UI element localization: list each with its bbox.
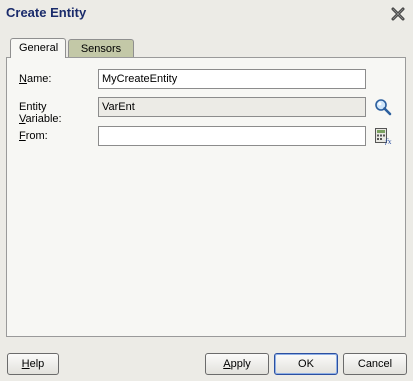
- svg-text:fx: fx: [384, 138, 392, 145]
- name-field[interactable]: [98, 69, 366, 89]
- general-panel: Name: Entity Variable: From:: [6, 57, 406, 337]
- entity-variable-label: Entity Variable:: [19, 101, 62, 125]
- apply-button[interactable]: Apply: [205, 353, 269, 375]
- from-field[interactable]: [98, 126, 366, 146]
- ok-button[interactable]: OK: [274, 353, 338, 375]
- from-label: From:: [19, 130, 48, 142]
- cancel-button[interactable]: Cancel: [343, 353, 407, 375]
- tab-sensors[interactable]: Sensors: [68, 39, 134, 57]
- expression-builder-icon[interactable]: fx: [374, 127, 392, 146]
- dialog-title: Create Entity: [6, 5, 87, 20]
- help-button[interactable]: Help: [7, 353, 59, 375]
- close-icon[interactable]: [391, 7, 405, 21]
- entity-variable-field[interactable]: [98, 97, 366, 117]
- tab-general[interactable]: General: [10, 38, 66, 58]
- name-label: Name:: [19, 73, 52, 85]
- search-icon[interactable]: [374, 98, 392, 116]
